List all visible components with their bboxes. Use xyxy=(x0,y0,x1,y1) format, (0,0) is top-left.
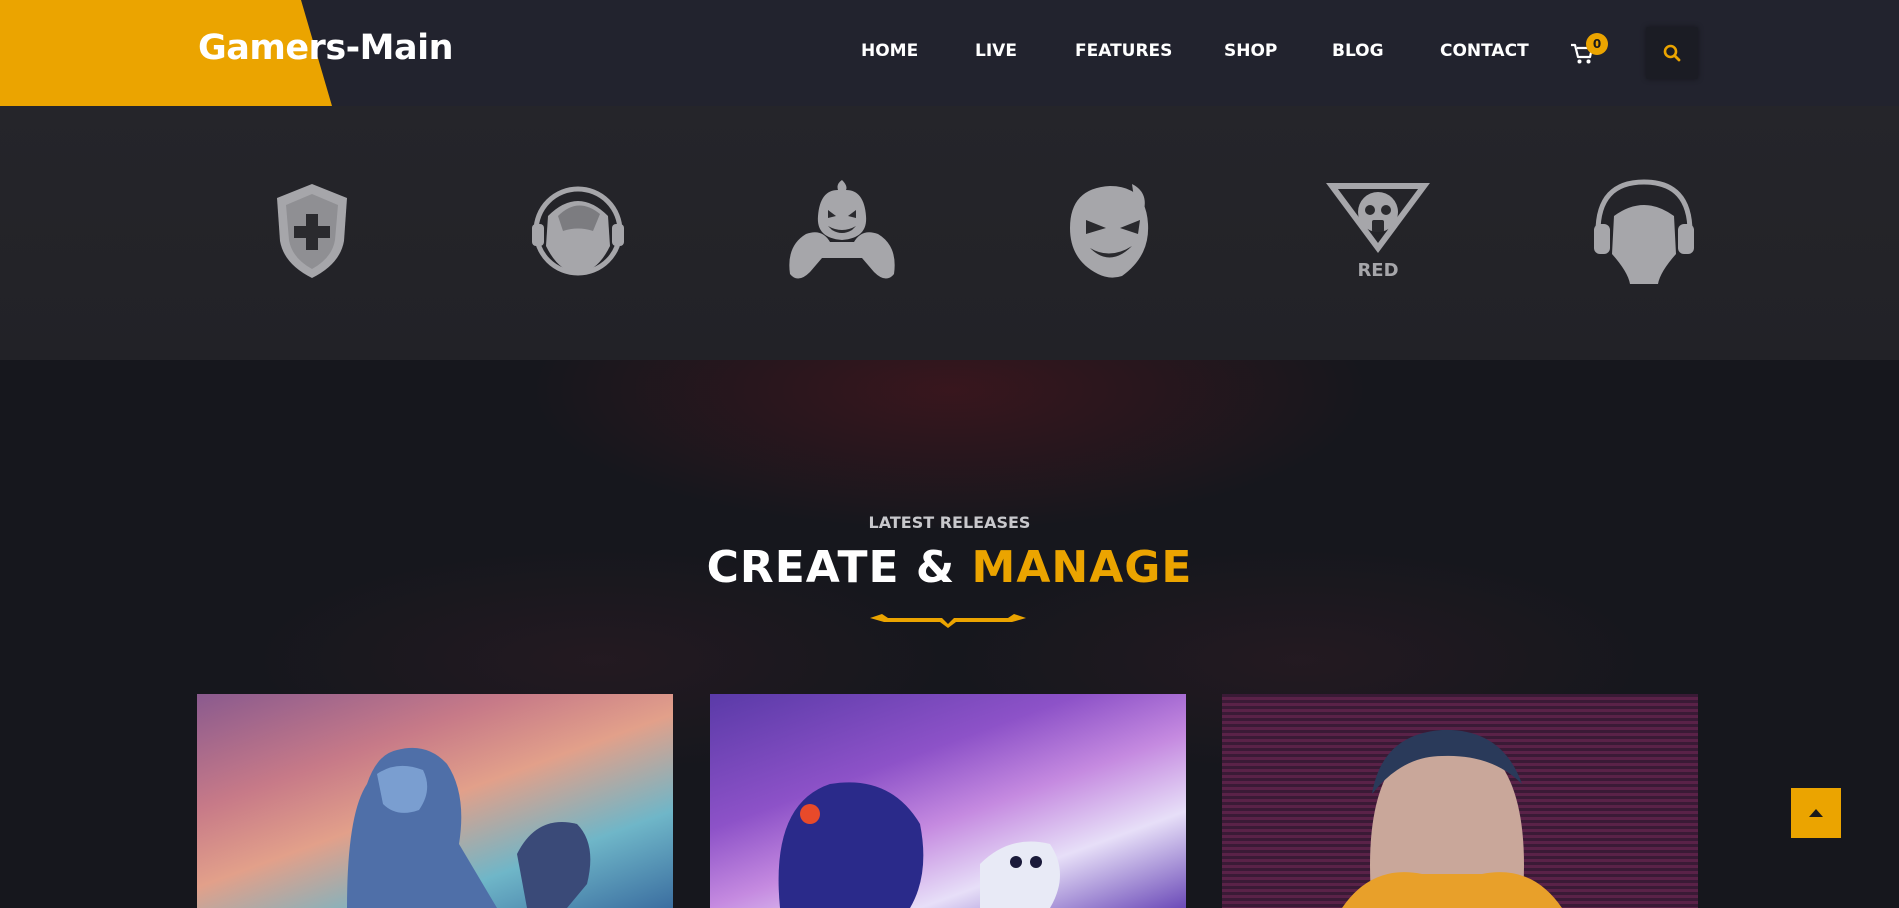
headset-silhouette-logo[interactable] xyxy=(1584,176,1704,286)
frost-warrior-artwork xyxy=(347,747,591,908)
site-logo[interactable]: Gamers-Main xyxy=(198,28,454,68)
section-kicker: LATEST RELEASES xyxy=(868,513,1031,532)
nav-shop[interactable]: SHOP xyxy=(1224,41,1277,61)
section-title-main: CREATE & xyxy=(706,542,972,593)
cyberpunk-character-artwork xyxy=(1342,729,1562,908)
scroll-to-top-button[interactable] xyxy=(1791,788,1841,838)
gas-mask-red-text: RED xyxy=(1357,260,1398,281)
headphone-gamer-logo[interactable] xyxy=(518,176,638,286)
sponsor-logos-band: RED xyxy=(0,106,1899,360)
pumpkin-controller-logo[interactable] xyxy=(782,176,902,286)
cart-button[interactable]: 0 xyxy=(1570,33,1610,70)
section-title-accent: MANAGE xyxy=(971,542,1193,593)
devil-face-logo[interactable] xyxy=(1050,176,1170,286)
nav-blog[interactable]: BLOG xyxy=(1332,41,1384,61)
site-header: Gamers-Main HOME LIVE FEATURES SHOP BLOG… xyxy=(0,0,1899,106)
title-divider-ornament xyxy=(870,614,1026,628)
release-card-frost-warrior[interactable] xyxy=(197,694,673,908)
release-card-owl-spirit[interactable] xyxy=(710,694,1186,908)
search-icon xyxy=(1663,44,1681,62)
shield-cross-logo[interactable] xyxy=(252,176,372,286)
release-card-cyberpunk[interactable] xyxy=(1222,694,1698,908)
arrow-up-icon xyxy=(1809,809,1823,817)
owl-spirit-artwork xyxy=(778,782,1060,908)
nav-features[interactable]: FEATURES xyxy=(1075,41,1172,61)
nav-contact[interactable]: CONTACT xyxy=(1440,41,1529,61)
search-button[interactable] xyxy=(1646,27,1698,79)
nav-live[interactable]: LIVE xyxy=(975,41,1017,61)
nav-home[interactable]: HOME xyxy=(861,41,918,61)
section-title: CREATE & MANAGE xyxy=(0,542,1899,593)
gas-mask-red-logo[interactable]: RED xyxy=(1318,176,1438,286)
cart-count-badge: 0 xyxy=(1586,33,1608,55)
